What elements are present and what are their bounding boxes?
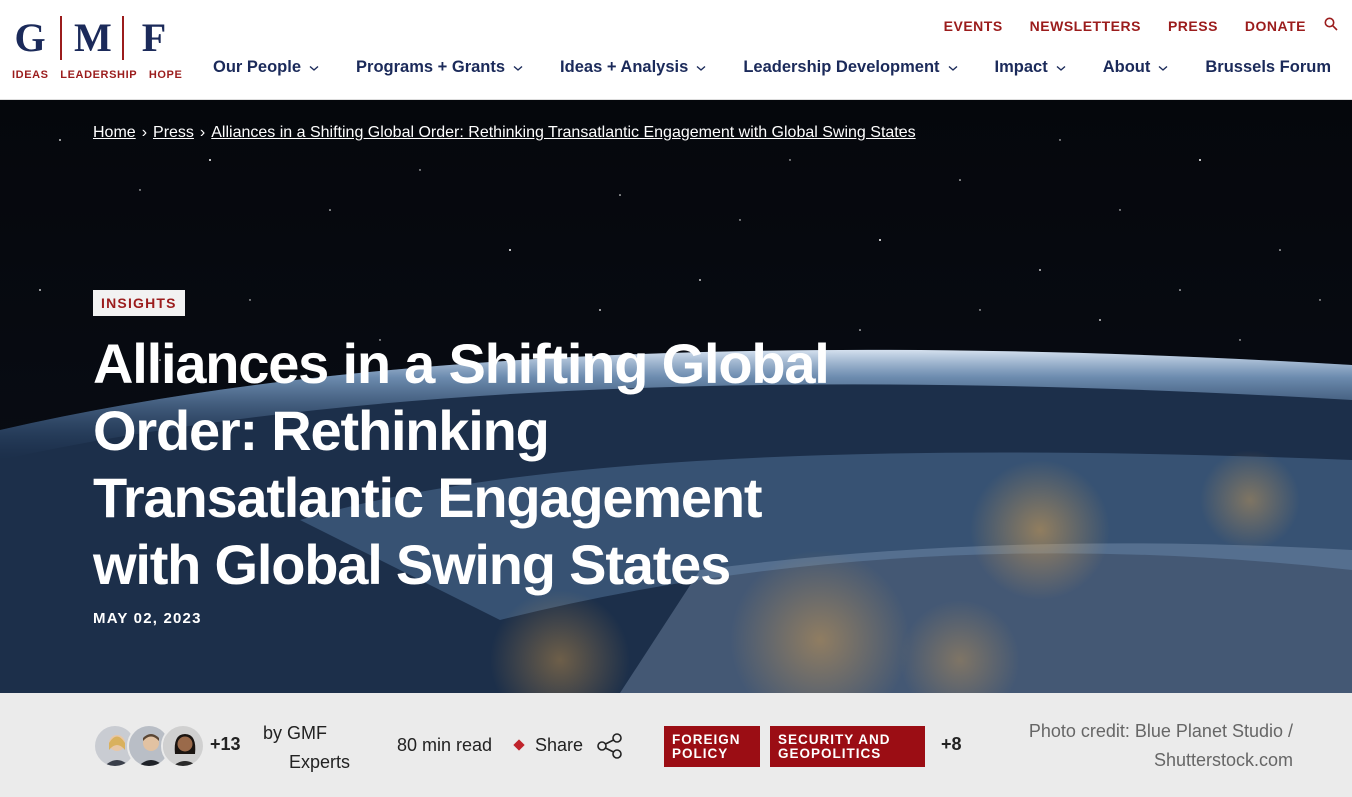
logo-tagline: IDEAS LEADERSHIP HOPE [12,69,192,81]
nav-label: Leadership Development [743,58,940,76]
nav-label: Ideas + Analysis [560,58,689,76]
extra-authors-count[interactable]: +13 [210,734,241,755]
nav-brussels-forum[interactable]: Brussels Forum [1205,58,1331,77]
utility-nav: EVENTS NEWSLETTERS PRESS DONATE [917,17,1338,34]
page-title: Alliances in a Shifting Global Order: Re… [93,332,830,596]
logo-letters: G M F [12,14,192,61]
logo-letter-m: M [74,15,112,60]
site-header: G M F IDEAS LEADERSHIP HOPE EVENTS NEWSL… [0,0,1352,100]
nav-programs-grants[interactable]: Programs + Grants [356,58,523,77]
share-icon[interactable] [595,731,625,761]
chevron-down-icon [309,65,319,71]
chevron-down-icon [948,65,958,71]
content-type-badge[interactable]: INSIGHTS [93,290,185,316]
util-link-donate[interactable]: DONATE [1245,18,1306,34]
read-time: 80 min read [397,735,493,755]
breadcrumb-separator: › [199,124,206,141]
byline-prefix: by GMF [263,723,328,743]
logo-divider [60,15,62,60]
nav-label: Brussels Forum [1205,58,1332,76]
search-icon[interactable] [1324,17,1338,31]
main-nav: Our People Programs + Grants Ideas + Ana… [213,58,1331,77]
chevron-down-icon [696,65,706,71]
tagline-leadership: LEADERSHIP [60,69,138,81]
extra-tags-count[interactable]: +8 [941,734,962,755]
chevron-down-icon [1158,65,1168,71]
chevron-down-icon [1056,65,1066,71]
breadcrumb-press[interactable]: Press [153,124,194,142]
logo-letter-g: G [14,15,46,60]
photo-credit-line: Shutterstock.com [1153,750,1293,770]
publish-date: MAY 02, 2023 [93,610,202,627]
nav-about[interactable]: About [1103,58,1169,77]
nav-ideas-analysis[interactable]: Ideas + Analysis [560,58,706,77]
author-avatars[interactable] [93,724,205,768]
util-link-press[interactable]: PRESS [1168,18,1218,34]
tag-security-geopolitics[interactable]: SECURITY AND GEOPOLITICS [770,726,925,767]
breadcrumb-home[interactable]: Home [93,124,136,142]
nav-label: Programs + Grants [356,58,506,76]
photo-credit: Photo credit: Blue Planet Studio / Shutt… [1029,717,1293,775]
byline: by GMF Experts [263,719,373,777]
hero-banner: Home › Press › Alliances in a Shifting G… [0,100,1352,693]
avatar[interactable] [161,724,205,768]
tag-foreign-policy[interactable]: FOREIGN POLICY [664,726,760,767]
tagline-ideas: IDEAS [12,69,49,81]
nav-label: About [1102,58,1151,76]
breadcrumb-current[interactable]: Alliances in a Shifting Global Order: Re… [211,124,915,142]
util-link-newsletters[interactable]: NEWSLETTERS [1030,18,1141,34]
separator-diamond-icon [513,739,525,751]
chevron-down-icon [513,65,523,71]
breadcrumb-separator: › [141,124,148,141]
photo-credit-line: Photo credit: Blue Planet Studio / [1028,721,1293,741]
breadcrumb: Home › Press › Alliances in a Shifting G… [93,124,916,142]
share-label[interactable]: Share [535,735,583,756]
gmf-logo[interactable]: G M F IDEAS LEADERSHIP HOPE [12,14,192,90]
nav-label: Our People [213,58,302,76]
logo-letter-f: F [141,15,167,60]
nav-our-people[interactable]: Our People [213,58,319,77]
logo-divider [122,15,124,60]
tagline-hope: HOPE [148,69,183,81]
byline-author-link[interactable]: Experts [263,748,373,777]
nav-label: Impact [994,58,1048,76]
nav-impact[interactable]: Impact [995,58,1066,77]
nav-leadership-development[interactable]: Leadership Development [743,58,958,77]
stars [39,129,1321,361]
util-link-events[interactable]: EVENTS [944,18,1003,34]
article-meta-bar: +13 by GMF Experts 80 min read Share FOR… [0,693,1352,797]
